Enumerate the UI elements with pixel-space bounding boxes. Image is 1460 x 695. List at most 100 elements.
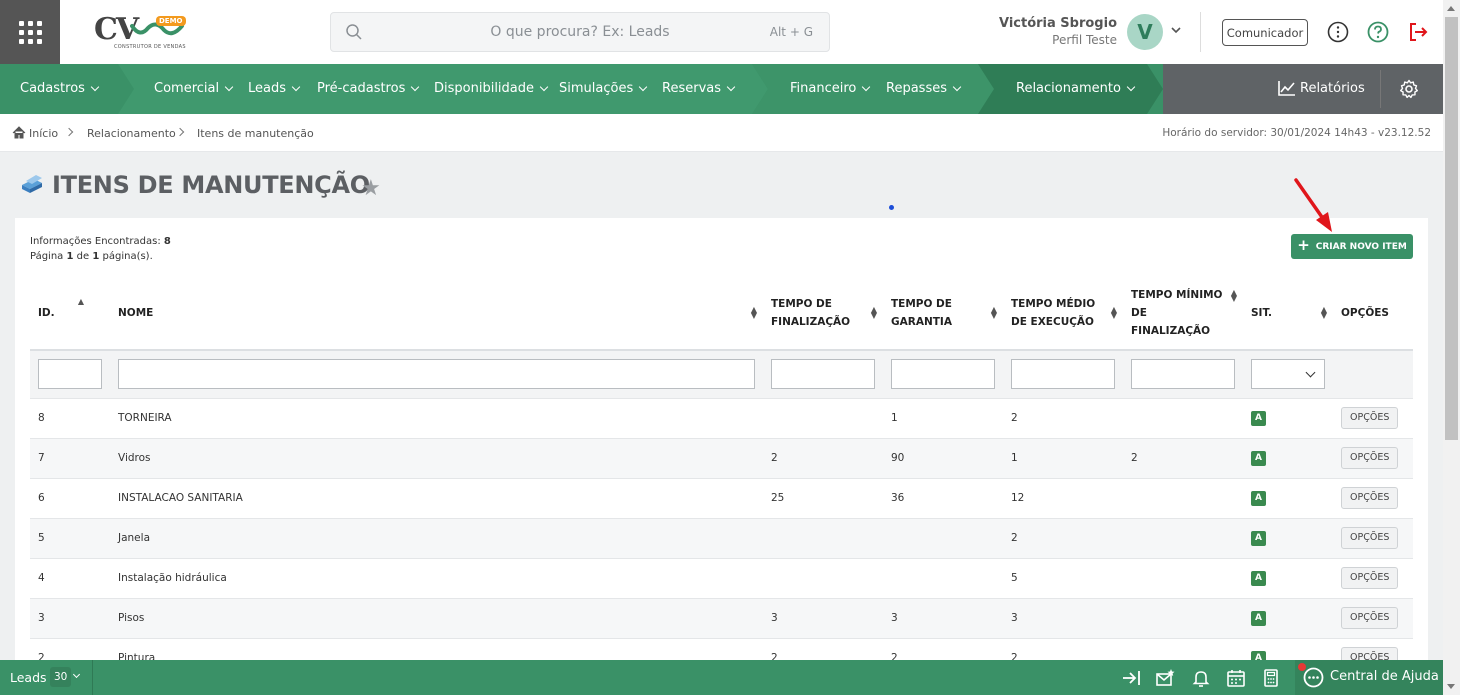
nav-disponibilidade[interactable]: Disponibilidade xyxy=(434,81,549,96)
nav-label: Cadastros xyxy=(20,81,85,96)
options-button[interactable]: OPÇÕES xyxy=(1341,447,1399,469)
cell-minimo xyxy=(1123,598,1243,639)
mail-star-icon[interactable] xyxy=(1155,668,1175,688)
global-search-input[interactable]: O que procura? Ex: Leads Alt + G xyxy=(330,12,830,52)
info-count: 8 xyxy=(163,236,171,247)
home-icon[interactable] xyxy=(12,126,26,139)
cell-execucao: 2 xyxy=(1003,518,1123,559)
scroll-down-icon[interactable] xyxy=(1447,684,1455,689)
nav-label: Relacionamento xyxy=(1016,81,1121,96)
filter-sit-select[interactable] xyxy=(1251,359,1325,390)
nav-reservas[interactable]: Reservas xyxy=(662,81,736,96)
sort-icon: ▲ ▼ xyxy=(1110,304,1117,320)
col-label: NOME xyxy=(118,306,154,319)
breadcrumb-relacionamento[interactable]: Relacionamento xyxy=(87,127,176,140)
avatar[interactable]: V xyxy=(1127,14,1163,50)
options-button[interactable]: OPÇÕES xyxy=(1341,487,1399,509)
collapse-right-icon[interactable] xyxy=(1121,668,1141,688)
filter-minimo-input[interactable] xyxy=(1131,359,1235,390)
help-center-button[interactable]: Central de Ajuda xyxy=(1295,660,1443,695)
nav-pre-cadastros[interactable]: Pré-cadastros xyxy=(317,81,420,96)
table-row[interactable]: 6 INSTALACAO SANITARIA 25 36 12 A OPÇÕES xyxy=(30,478,1413,519)
col-header-garantia[interactable]: TEMPO DE GARANTIA ▲ ▼ xyxy=(883,276,1003,351)
red-arrow-annotation xyxy=(1294,178,1332,232)
status-badge: A xyxy=(1251,410,1266,426)
nav-label: Pré-cadastros xyxy=(317,81,406,96)
col-label: TEMPO MÍNIMO DE FINALIZAÇÃO xyxy=(1131,288,1223,337)
calculator-icon[interactable] xyxy=(1261,668,1281,688)
logo[interactable]: CV DEMO CONSTRUTOR DE VENDAS xyxy=(94,12,194,54)
filter-id-input[interactable] xyxy=(38,359,102,390)
header-divider xyxy=(1200,12,1201,52)
col-header-nome[interactable]: NOME ▲ ▼ xyxy=(110,276,763,351)
filter-nome-input[interactable] xyxy=(118,359,755,390)
nav-leads[interactable]: Leads xyxy=(248,81,301,96)
nav-relatorios[interactable]: Relatórios xyxy=(1278,80,1365,96)
cell-execucao: 3 xyxy=(1003,598,1123,639)
col-header-finalizacao[interactable]: TEMPO DE FINALIZAÇÃO ▲ ▼ xyxy=(763,276,883,351)
help-center-label: Central de Ajuda xyxy=(1330,669,1439,684)
nav-label: Comercial xyxy=(154,81,220,96)
page-scrollbar[interactable] xyxy=(1443,0,1460,695)
cell-opcoes: OPÇÕES xyxy=(1333,598,1413,639)
breadcrumb-current: Itens de manutenção xyxy=(197,127,314,140)
footer-leads-count[interactable]: 30 xyxy=(50,667,72,687)
scroll-up-icon[interactable] xyxy=(1447,6,1455,11)
user-info[interactable]: Victória Sbrogio Perfil Teste xyxy=(999,16,1117,47)
col-label: OPÇÕES xyxy=(1341,306,1389,319)
col-header-sit[interactable]: SIT. ▲ ▼ xyxy=(1243,276,1333,351)
breadcrumb: Início Relacionamento Itens de manutençã… xyxy=(0,114,1443,152)
options-button[interactable]: OPÇÕES xyxy=(1341,607,1399,629)
chevron-down-icon[interactable] xyxy=(72,670,81,679)
table-header-row: ID. ▲ NOME ▲ ▼ TEMPO DE FINALIZAÇÃO ▲ ▼ TEMPO… xyxy=(30,276,1413,351)
bell-icon[interactable] xyxy=(1191,668,1211,688)
cell-minimo xyxy=(1123,518,1243,559)
options-button[interactable]: OPÇÕES xyxy=(1341,527,1399,549)
table-row[interactable]: 3 Pisos 3 3 3 A OPÇÕES xyxy=(30,598,1413,639)
calendar-icon[interactable] xyxy=(1226,668,1246,688)
user-profile: Perfil Teste xyxy=(1052,33,1117,47)
cell-opcoes: OPÇÕES xyxy=(1333,478,1413,519)
favorite-star-icon[interactable]: ★ xyxy=(361,176,381,201)
nav-relacionamento[interactable]: Relacionamento xyxy=(1016,81,1136,96)
table-row[interactable]: 5 Janela 2 A OPÇÕES xyxy=(30,518,1413,559)
gear-icon[interactable] xyxy=(1399,79,1419,99)
communicator-button[interactable]: Comunicador xyxy=(1222,19,1308,46)
page-suffix: página(s). xyxy=(102,251,153,262)
col-header-minimo[interactable]: TEMPO MÍNIMO DE FINALIZAÇÃO ▲ ▼ xyxy=(1123,276,1243,351)
help-icon[interactable] xyxy=(1367,21,1389,43)
cell-sit: A xyxy=(1243,518,1333,559)
nav-simulacoes[interactable]: Simulações xyxy=(559,81,648,96)
search-placeholder: O que procura? Ex: Leads xyxy=(490,24,670,40)
nav-repasses[interactable]: Repasses xyxy=(886,81,962,96)
sort-icon: ▲ ▼ xyxy=(1320,304,1327,320)
logout-icon[interactable] xyxy=(1407,21,1429,43)
chevron-down-icon[interactable] xyxy=(1170,24,1182,36)
table-row[interactable]: 8 TORNEIRA 1 2 A OPÇÕES xyxy=(30,398,1413,439)
filter-finalizacao-input[interactable] xyxy=(771,359,875,390)
create-new-item-button[interactable]: + CRIAR NOVO ITEM xyxy=(1291,234,1413,259)
footer-leads-label[interactable]: Leads xyxy=(10,670,47,685)
nav-financeiro[interactable]: Financeiro xyxy=(790,81,871,96)
nav-comercial[interactable]: Comercial xyxy=(154,81,234,96)
cell-garantia xyxy=(883,558,1003,599)
options-button[interactable]: OPÇÕES xyxy=(1341,407,1399,429)
nav-cadastros[interactable]: Cadastros xyxy=(20,81,100,96)
options-button[interactable]: OPÇÕES xyxy=(1341,567,1399,589)
table-row[interactable]: 4 Instalação hidráulica 5 A OPÇÕES xyxy=(30,558,1413,599)
sort-icon: ▲ ▼ xyxy=(990,304,997,320)
table-row[interactable]: 7 Vidros 2 90 1 2 A OPÇÕES xyxy=(30,438,1413,479)
scrollbar-thumb[interactable] xyxy=(1445,17,1458,440)
breadcrumb-home[interactable]: Início xyxy=(29,127,58,140)
col-header-id[interactable]: ID. ▲ xyxy=(30,276,110,351)
col-header-execucao[interactable]: TEMPO MÉDIO DE EXECUÇÃO ▲ ▼ xyxy=(1003,276,1123,351)
apps-menu-button[interactable] xyxy=(0,0,60,64)
filter-garantia-input[interactable] xyxy=(891,359,995,390)
nav-label: Repasses xyxy=(886,81,947,96)
info-icon[interactable] xyxy=(1327,21,1349,43)
chevron-down-icon xyxy=(1305,367,1316,378)
status-badge: A xyxy=(1251,530,1266,546)
cell-finalizacao: 3 xyxy=(763,598,883,639)
cell-id: 6 xyxy=(30,478,110,519)
filter-execucao-input[interactable] xyxy=(1011,359,1115,390)
